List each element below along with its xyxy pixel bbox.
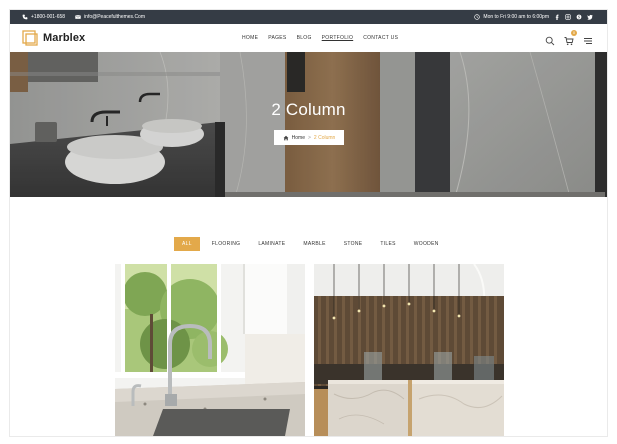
portfolio-filters: ALL FLOORING LAMINATE MARBLE STONE TILES… xyxy=(174,237,445,251)
logo-mark-icon xyxy=(22,30,38,46)
phone-number: +1800-001-658 xyxy=(31,14,66,20)
portfolio-item-marble-showroom[interactable] xyxy=(314,264,504,436)
main-nav: HOME PAGES BLOG PORTFOLIO CONTACT US xyxy=(242,24,398,52)
bathroom-hero-image xyxy=(10,52,607,197)
email-address: info@Peacefulthemes.Com xyxy=(84,14,145,20)
page-hero: 2 Column Home > 2 Column xyxy=(10,52,607,197)
mail-icon xyxy=(75,15,81,19)
phone-icon xyxy=(22,14,28,20)
instagram-icon[interactable] xyxy=(565,14,571,20)
nav-item-portfolio[interactable]: PORTFOLIO xyxy=(322,35,354,41)
filter-stone[interactable]: STONE xyxy=(338,237,369,251)
filter-marble[interactable]: MARBLE xyxy=(297,237,331,251)
menu-icon[interactable] xyxy=(583,33,593,44)
nav-item-contact-us[interactable]: CONTACT US xyxy=(363,35,398,41)
kitchen-sink-image xyxy=(115,264,305,436)
facebook-icon[interactable] xyxy=(554,14,560,20)
phone-contact[interactable]: +1800-001-658 xyxy=(22,14,65,20)
filter-all[interactable]: ALL xyxy=(174,237,200,251)
twitter-icon[interactable] xyxy=(587,14,593,20)
logo-text: Marblex xyxy=(43,32,86,44)
nav-item-home[interactable]: HOME xyxy=(242,35,258,41)
filter-tiles[interactable]: TILES xyxy=(374,237,401,251)
clock-icon xyxy=(474,14,481,20)
skype-icon[interactable] xyxy=(576,14,582,20)
cart-count-badge: 0 xyxy=(571,30,577,36)
hours-text: Mon to Fri 9:00 am to 6:00pm xyxy=(483,14,549,20)
cart-icon[interactable]: 0 xyxy=(564,30,577,46)
breadcrumb-current: 2 Column xyxy=(313,134,336,141)
breadcrumb-home[interactable]: Home xyxy=(292,135,305,141)
page-frame: +1800-001-658 info@Peacefulthemes.Com Mo… xyxy=(10,10,607,436)
top-bar: +1800-001-658 info@Peacefulthemes.Com Mo… xyxy=(10,10,607,24)
marble-showroom-image xyxy=(314,264,504,436)
search-icon[interactable] xyxy=(545,33,555,46)
home-icon xyxy=(283,135,289,140)
main-header: Marblex HOME PAGES BLOG PORTFOLIO CONTAC… xyxy=(10,24,607,53)
page-title: 2 Column xyxy=(271,100,346,119)
email-contact[interactable]: info@Peacefulthemes.Com xyxy=(75,14,145,20)
business-hours: Mon to Fri 9:00 am to 6:00pm xyxy=(474,14,549,20)
nav-item-pages[interactable]: PAGES xyxy=(268,35,286,41)
filter-laminate[interactable]: LAMINATE xyxy=(252,237,291,251)
filter-flooring[interactable]: FLOORING xyxy=(206,237,247,251)
nav-item-blog[interactable]: BLOG xyxy=(297,35,312,41)
portfolio-item-kitchen-sink[interactable] xyxy=(115,264,305,436)
site-logo[interactable]: Marblex xyxy=(22,29,85,47)
breadcrumb: Home > 2 Column xyxy=(274,130,344,145)
filter-wooden[interactable]: WOODEN xyxy=(408,237,445,251)
breadcrumb-separator: > xyxy=(308,134,311,141)
